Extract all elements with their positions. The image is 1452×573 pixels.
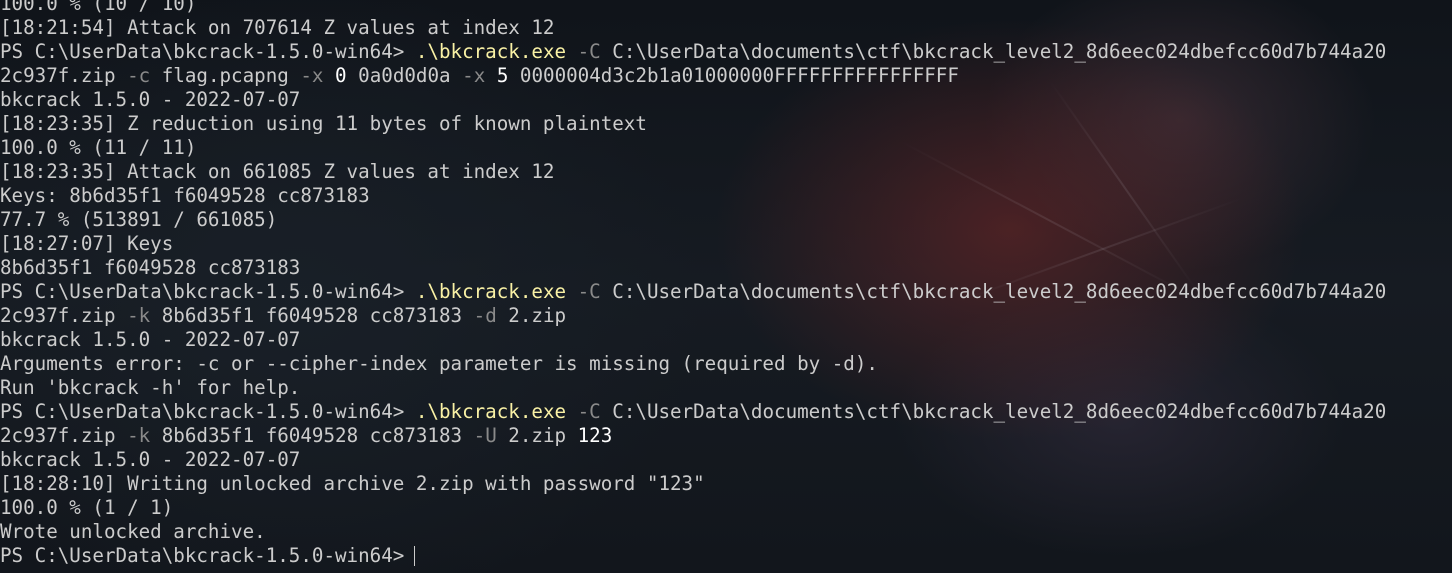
line-text: [18:23:35] Attack on 661085 Z values at …: [0, 160, 555, 183]
command-flag: -k: [127, 424, 151, 447]
line-text: 77.7 % (513891 / 661085): [0, 208, 278, 231]
line-text: Wrote unlocked archive.: [0, 520, 266, 543]
line-text: 0a0d0d0a: [346, 64, 463, 87]
terminal-line: [18:28:10] Writing unlocked archive 2.zi…: [0, 472, 1386, 496]
command-number-arg: 5: [496, 64, 509, 87]
terminal-line: 100.0 % (10 / 10): [0, 0, 1386, 16]
line-text: 8b6d35f1 f6049528 cc873183: [0, 256, 301, 279]
command-executable: .\bkcrack.exe: [415, 40, 567, 63]
command-executable: .\bkcrack.exe: [415, 400, 567, 423]
terminal-line: 2c937f.zip -k 8b6d35f1 f6049528 cc873183…: [0, 424, 1386, 448]
terminal-line: bkcrack 1.5.0 - 2022-07-07: [0, 448, 1386, 472]
command-flag: -C: [577, 40, 601, 63]
command-flag: -d: [473, 304, 497, 327]
line-text: Keys: 8b6d35f1 f6049528 cc873183: [0, 184, 370, 207]
command-flag: -U: [473, 424, 497, 447]
terminal-line: Keys: 8b6d35f1 f6049528 cc873183: [0, 184, 1386, 208]
line-text: [485, 64, 497, 87]
terminal-line: [18:27:07] Keys: [0, 232, 1386, 256]
line-text: [566, 400, 578, 423]
terminal-line: PS C:\UserData\bkcrack-1.5.0-win64> .\bk…: [0, 40, 1386, 64]
text-cursor: [414, 546, 416, 566]
line-text: [18:21:54] Attack on 707614 Z values at …: [0, 16, 555, 39]
line-text: 100.0 % (11 / 11): [0, 136, 197, 159]
line-text: 0000004d3c2b1a01000000FFFFFFFFFFFFFFFF: [508, 64, 959, 87]
terminal-output: 100.0 % (10 / 10) [18:21:54] Attack on 70…: [0, 0, 1386, 568]
terminal-line: PS C:\UserData\bkcrack-1.5.0-win64> .\bk…: [0, 400, 1386, 424]
terminal-line: 77.7 % (513891 / 661085): [0, 208, 1386, 232]
command-flag: -C: [577, 400, 601, 423]
command-number-arg: 123: [577, 424, 613, 447]
command-number-arg: 0: [335, 64, 347, 87]
command-flag: -C: [577, 280, 601, 303]
line-text: 2c937f.zip: [0, 424, 128, 447]
terminal-line: Run 'bkcrack -h' for help.: [0, 376, 1386, 400]
command-flag: -c: [127, 64, 151, 87]
line-text: [566, 280, 578, 303]
line-text: [18:28:10] Writing unlocked archive 2.zi…: [0, 472, 705, 495]
line-text: C:\UserData\documents\ctf\bkcrack_level2…: [600, 40, 1387, 63]
terminal-line: bkcrack 1.5.0 - 2022-07-07: [0, 88, 1386, 112]
terminal-line: 2c937f.zip -k 8b6d35f1 f6049528 cc873183…: [0, 304, 1386, 328]
line-text: PS C:\UserData\bkcrack-1.5.0-win64>: [0, 400, 416, 423]
terminal-line: 100.0 % (11 / 11): [0, 136, 1386, 160]
line-text: 8b6d35f1 f6049528 cc873183: [150, 304, 474, 327]
line-text: bkcrack 1.5.0 - 2022-07-07: [0, 448, 301, 471]
line-text: PS C:\UserData\bkcrack-1.5.0-win64>: [0, 40, 416, 63]
line-text: [323, 64, 335, 87]
terminal-line: 2c937f.zip -c flag.pcapng -x 0 0a0d0d0a …: [0, 64, 1386, 88]
command-flag: -k: [127, 304, 151, 327]
terminal-line: [18:23:35] Z reduction using 11 bytes of…: [0, 112, 1386, 136]
command-flag: -x: [300, 64, 324, 87]
prompt-line[interactable]: PS C:\UserData\bkcrack-1.5.0-win64>: [0, 544, 1386, 568]
terminal-line: [18:23:35] Attack on 661085 Z values at …: [0, 160, 1386, 184]
line-text: 2.zip: [496, 304, 567, 327]
command-executable: .\bkcrack.exe: [415, 280, 567, 303]
line-text: PS C:\UserData\bkcrack-1.5.0-win64>: [0, 280, 416, 303]
line-text: Arguments error: -c or --cipher-index pa…: [0, 352, 878, 375]
line-text: 100.0 % (10 / 10): [0, 0, 197, 15]
line-text: 8b6d35f1 f6049528 cc873183: [150, 424, 474, 447]
line-text: 2c937f.zip: [0, 304, 128, 327]
line-text: Run 'bkcrack -h' for help.: [0, 376, 301, 399]
terminal-line: PS C:\UserData\bkcrack-1.5.0-win64> .\bk…: [0, 280, 1386, 304]
line-text: flag.pcapng: [150, 64, 301, 87]
terminal-line: 8b6d35f1 f6049528 cc873183: [0, 256, 1386, 280]
line-text: 2c937f.zip: [0, 64, 128, 87]
terminal-line: Wrote unlocked archive.: [0, 520, 1386, 544]
terminal-line: Arguments error: -c or --cipher-index pa…: [0, 352, 1386, 376]
command-flag: -x: [462, 64, 486, 87]
line-text: 100.0 % (1 / 1): [0, 496, 174, 519]
line-text: [18:23:35] Z reduction using 11 bytes of…: [0, 112, 647, 135]
line-text: [18:27:07] Keys: [0, 232, 174, 255]
line-text: C:\UserData\documents\ctf\bkcrack_level2…: [600, 400, 1387, 423]
line-text: C:\UserData\documents\ctf\bkcrack_level2…: [600, 280, 1387, 303]
terminal-line: [18:21:54] Attack on 707614 Z values at …: [0, 16, 1386, 40]
terminal-line: 100.0 % (1 / 1): [0, 496, 1386, 520]
terminal-window[interactable]: 100.0 % (10 / 10) [18:21:54] Attack on 70…: [0, 0, 1452, 573]
terminal-line: bkcrack 1.5.0 - 2022-07-07: [0, 328, 1386, 352]
shell-prompt: PS C:\UserData\bkcrack-1.5.0-win64>: [0, 544, 405, 567]
line-text: bkcrack 1.5.0 - 2022-07-07: [0, 328, 301, 351]
line-text: 2.zip: [496, 424, 578, 447]
line-text: bkcrack 1.5.0 - 2022-07-07: [0, 88, 301, 111]
line-text: [566, 40, 578, 63]
